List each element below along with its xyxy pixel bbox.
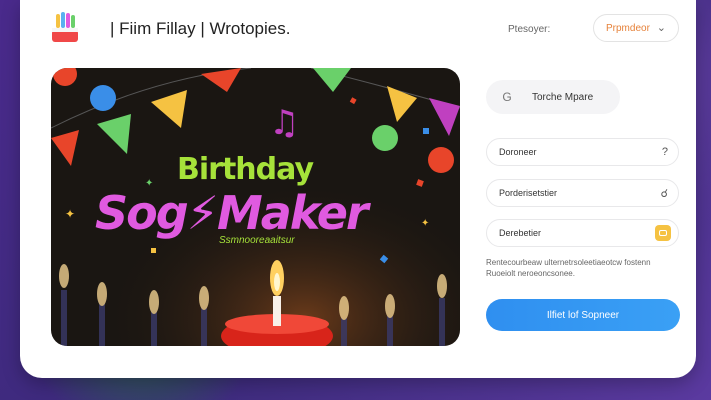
submit-button[interactable]: Ilfiet lof Sopneer xyxy=(486,299,680,331)
sort-icon: ☌ xyxy=(660,187,668,200)
app-logo xyxy=(50,10,80,44)
filter-dropdown[interactable]: Prpmdeor ⌄ xyxy=(593,14,679,42)
field-derebetier[interactable]: Derebetier xyxy=(486,219,679,247)
hero-title-birthday: Birthday xyxy=(177,152,314,187)
dropdown-value: Prpmdeor xyxy=(606,22,650,34)
helper-text: Rentecourbeaw ulternetrsoleetiaeotcw fos… xyxy=(486,258,651,278)
google-icon: G xyxy=(502,90,512,104)
filter-label: Ptesoyer: xyxy=(508,24,551,35)
app-title: | Fiim Fillay | Wrotopies. xyxy=(110,19,291,38)
hero-title-song-maker: Sog⚡Maker xyxy=(95,186,369,240)
template-picker[interactable]: G Torche Mpare xyxy=(486,80,620,114)
field-label: Doroneer xyxy=(499,147,537,157)
hero-subtitle: Ssmnooreaaitsur xyxy=(219,235,295,246)
main-card: | Fiim Fillay | Wrotopies. Ptesoyer: Prp… xyxy=(20,0,696,378)
svg-text:✦: ✦ xyxy=(421,218,429,229)
hero-image: ♫ ✦ ✦ ✦ Birthday Sog⚡Maker Ssmnooreaaits… xyxy=(51,68,460,346)
field-label: Derebetier xyxy=(499,228,542,238)
field-porderisetstier[interactable]: Porderisetstier ☌ xyxy=(486,179,679,207)
svg-text:♫: ♫ xyxy=(269,103,299,143)
help-icon: ? xyxy=(661,146,668,158)
field-doroneer[interactable]: Doroneer ? xyxy=(486,138,679,166)
svg-text:✦: ✦ xyxy=(65,207,75,221)
field-label: Porderisetstier xyxy=(499,188,558,198)
chevron-down-icon: ⌄ xyxy=(656,22,666,34)
wallet-icon[interactable] xyxy=(655,225,671,241)
template-picker-label: Torche Mpare xyxy=(532,91,594,103)
